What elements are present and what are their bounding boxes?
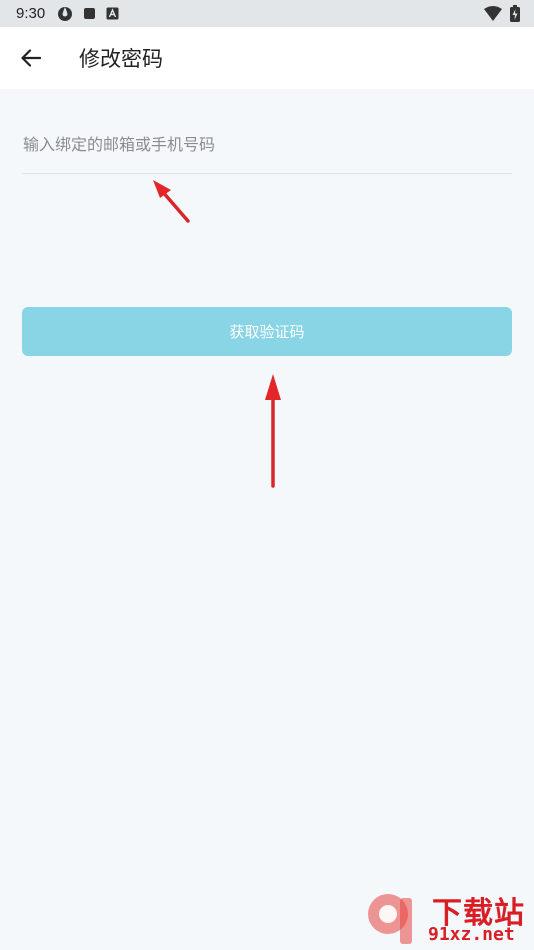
page-title: 修改密码 bbox=[79, 47, 163, 71]
account-field bbox=[22, 116, 514, 174]
watermark: 下载站 91xz.net bbox=[362, 888, 532, 948]
battery-icon bbox=[510, 5, 520, 22]
wifi-icon bbox=[484, 6, 502, 21]
a-notification-icon bbox=[106, 7, 119, 20]
get-code-button[interactable]: 获取验证码 bbox=[22, 307, 512, 356]
annotation-arrow-button bbox=[265, 374, 281, 488]
status-bar: 9:30 bbox=[0, 0, 534, 27]
back-button[interactable] bbox=[21, 47, 43, 69]
app-bar: 修改密码 bbox=[0, 27, 534, 89]
arrow-left-icon bbox=[21, 49, 41, 67]
annotation-arrow-input bbox=[153, 180, 190, 223]
app-notification-icon bbox=[58, 6, 73, 21]
square-notification-icon bbox=[84, 8, 96, 19]
account-input[interactable] bbox=[22, 116, 514, 172]
watermark-brand-url: 91xz.net bbox=[428, 924, 515, 945]
watermark-logo-icon bbox=[368, 894, 412, 944]
status-time: 9:30 bbox=[16, 5, 46, 22]
